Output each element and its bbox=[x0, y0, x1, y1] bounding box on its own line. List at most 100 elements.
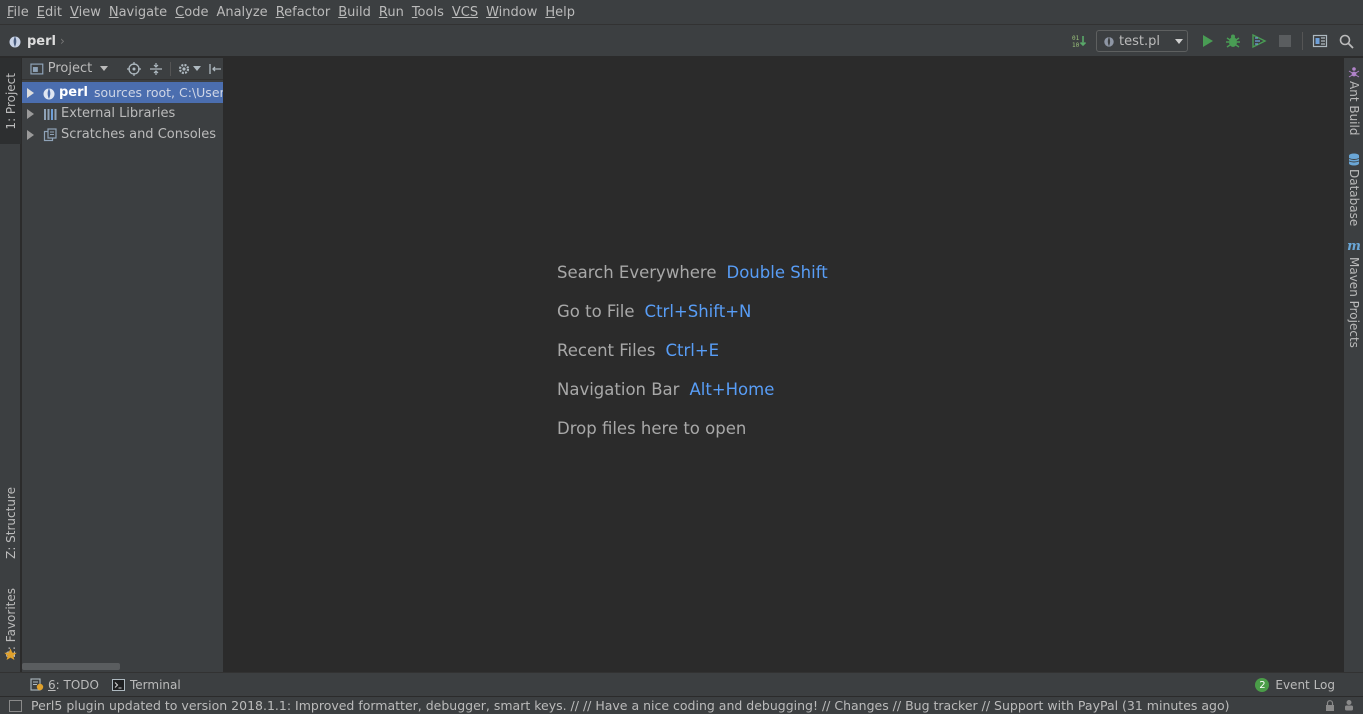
stop-icon[interactable] bbox=[1274, 30, 1296, 52]
breadcrumb[interactable]: perl › bbox=[8, 31, 65, 51]
hint-shortcut: Ctrl+E bbox=[665, 341, 720, 360]
chevron-down-icon[interactable] bbox=[100, 66, 109, 71]
hint-drop-files: Drop files here to open bbox=[557, 409, 828, 448]
run-icon[interactable] bbox=[1196, 30, 1218, 52]
status-bar: Perl5 plugin updated to version 2018.1.1… bbox=[0, 696, 1363, 714]
menu-refactor[interactable]: Refactor bbox=[272, 0, 335, 25]
search-icon[interactable] bbox=[1335, 30, 1357, 52]
project-view-icon bbox=[30, 63, 44, 74]
tree-item-external-libraries[interactable]: External Libraries bbox=[22, 103, 223, 124]
tab-event-log[interactable]: 2 Event Log bbox=[1255, 676, 1335, 694]
menu-analyze[interactable]: Analyze bbox=[212, 0, 271, 25]
svg-text:10: 10 bbox=[1072, 42, 1080, 49]
tab-database-label: Database bbox=[1347, 169, 1361, 227]
chevron-right-icon: › bbox=[60, 34, 65, 48]
hide-panel-icon[interactable] bbox=[207, 61, 223, 77]
debug-icon[interactable] bbox=[1222, 30, 1244, 52]
tab-database[interactable]: Database bbox=[1344, 153, 1363, 226]
maven-icon: m bbox=[1347, 239, 1361, 254]
tab-terminal-label: Terminal bbox=[130, 678, 181, 692]
status-message[interactable]: Perl5 plugin updated to version 2018.1.1… bbox=[31, 698, 1230, 713]
right-tool-strip: Ant Build Database m Maven Projects bbox=[1343, 58, 1363, 672]
navigation-bar: perl › 01 10 test.pl bbox=[0, 25, 1363, 57]
tab-todo[interactable]: 6: TODO bbox=[30, 676, 99, 694]
tab-terminal[interactable]: Terminal bbox=[112, 676, 181, 694]
menu-code[interactable]: Code bbox=[171, 0, 212, 25]
star-icon bbox=[4, 648, 17, 660]
tab-ant-build-label: Ant Build bbox=[1347, 81, 1361, 136]
menu-vcs[interactable]: VCS bbox=[448, 0, 482, 25]
chevron-down-icon bbox=[1175, 38, 1183, 44]
editor-empty-area[interactable]: Search Everywhere Double Shift Go to Fil… bbox=[224, 58, 1343, 672]
project-tool-window: Project perl sources root, C:\Users Exte… bbox=[22, 58, 224, 672]
status-indicators bbox=[1325, 699, 1355, 711]
menu-build[interactable]: Build bbox=[334, 0, 375, 25]
libraries-icon bbox=[42, 106, 58, 122]
terminal-icon bbox=[112, 679, 125, 691]
editor-hints: Search Everywhere Double Shift Go to Fil… bbox=[557, 253, 828, 448]
run-configuration-label: test.pl bbox=[1119, 33, 1160, 49]
tab-structure[interactable]: Z: Structure bbox=[0, 478, 21, 568]
hint-text: Recent Files bbox=[557, 341, 656, 360]
hint-text: Go to File bbox=[557, 302, 635, 321]
ant-icon bbox=[1348, 67, 1360, 78]
menu-file[interactable]: File bbox=[3, 0, 33, 25]
menu-help[interactable]: Help bbox=[541, 0, 579, 25]
gear-icon[interactable] bbox=[177, 61, 193, 77]
toolbar-separator bbox=[1302, 32, 1303, 50]
tool-windows-toggle-icon[interactable] bbox=[9, 699, 22, 712]
tree-item-label: External Libraries bbox=[61, 106, 176, 121]
hint-shortcut: Ctrl+Shift+N bbox=[644, 302, 752, 321]
database-icon bbox=[1348, 153, 1360, 166]
menu-tools[interactable]: Tools bbox=[408, 0, 448, 25]
menu-view[interactable]: View bbox=[66, 0, 105, 25]
expand-arrow-icon[interactable] bbox=[27, 87, 34, 98]
hint-navigation-bar: Navigation Bar Alt+Home bbox=[557, 370, 828, 409]
tree-item-label: Scratches and Consoles bbox=[61, 127, 217, 142]
project-panel-header: Project bbox=[22, 58, 223, 80]
expand-arrow-icon[interactable] bbox=[27, 129, 34, 140]
bottom-tool-bar: 6: TODO Terminal 2 Event Log bbox=[0, 672, 1363, 696]
hint-shortcut: Alt+Home bbox=[689, 380, 775, 399]
svg-text:01: 01 bbox=[1072, 35, 1080, 42]
project-structure-icon[interactable] bbox=[1309, 30, 1331, 52]
horizontal-scrollbar[interactable] bbox=[22, 663, 120, 670]
menu-navigate[interactable]: Navigate bbox=[105, 0, 171, 25]
menu-window[interactable]: Window bbox=[482, 0, 541, 25]
inspector-icon[interactable] bbox=[1343, 699, 1355, 711]
lock-icon[interactable] bbox=[1325, 699, 1335, 711]
tree-item-scratches[interactable]: Scratches and Consoles bbox=[22, 124, 223, 145]
tree-item-label: perl bbox=[59, 85, 88, 100]
tree-item-perl[interactable]: perl sources root, C:\Users bbox=[22, 82, 223, 103]
run-configuration-select[interactable]: test.pl bbox=[1096, 30, 1188, 52]
scratches-icon bbox=[42, 127, 58, 143]
project-tree: perl sources root, C:\Users External Lib… bbox=[22, 80, 223, 145]
navbar-actions: 01 10 test.pl bbox=[1066, 29, 1359, 53]
todo-icon bbox=[30, 678, 44, 691]
tab-todo-number: 6 bbox=[48, 678, 56, 692]
header-separator bbox=[169, 61, 171, 76]
menu-edit[interactable]: Edit bbox=[33, 0, 66, 25]
menu-run[interactable]: Run bbox=[375, 0, 408, 25]
chevron-down-icon[interactable] bbox=[193, 66, 202, 71]
tab-event-log-label: Event Log bbox=[1275, 678, 1335, 692]
project-view-selector[interactable]: Project bbox=[48, 61, 92, 76]
collapse-all-icon[interactable] bbox=[148, 61, 164, 77]
locate-icon[interactable] bbox=[126, 61, 142, 77]
build-icon[interactable]: 01 10 bbox=[1068, 30, 1090, 52]
tab-ant-build[interactable]: Ant Build bbox=[1344, 66, 1363, 135]
hint-recent-files: Recent Files Ctrl+E bbox=[557, 331, 828, 370]
hint-search-everywhere: Search Everywhere Double Shift bbox=[557, 253, 828, 292]
tab-project[interactable]: 1: Project bbox=[0, 58, 21, 144]
perl-module-icon bbox=[42, 85, 56, 101]
perl-onion-icon bbox=[1104, 35, 1114, 47]
hint-go-to-file: Go to File Ctrl+Shift+N bbox=[557, 292, 828, 331]
tree-item-hint: sources root, C:\Users bbox=[94, 85, 223, 100]
hint-shortcut: Double Shift bbox=[726, 263, 828, 282]
tab-project-label: 1: Project bbox=[3, 72, 18, 130]
left-tool-strip: 1: Project Z: Structure 2: Favorites bbox=[0, 58, 21, 672]
run-with-coverage-icon[interactable] bbox=[1248, 30, 1270, 52]
tab-maven-projects[interactable]: m Maven Projects bbox=[1344, 240, 1363, 348]
expand-arrow-icon[interactable] bbox=[27, 108, 34, 119]
perl-onion-icon bbox=[9, 35, 21, 48]
